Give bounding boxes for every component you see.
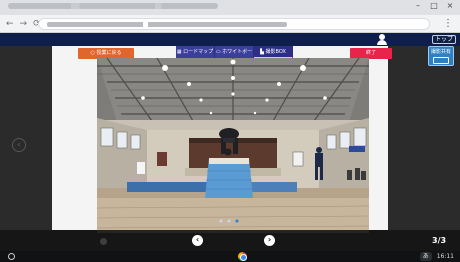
thumbnail-icon[interactable] xyxy=(100,238,107,245)
close-icon[interactable]: × xyxy=(446,1,454,10)
app-header-bar xyxy=(0,33,460,46)
browser-tab-strip: – □ × xyxy=(0,0,460,15)
browser-tab-title-blurred[interactable] xyxy=(8,3,218,9)
left-collapse-icon[interactable]: ‹ xyxy=(12,138,26,152)
screen-icon xyxy=(433,57,449,64)
time: 16:11 xyxy=(436,253,454,260)
forward-icon[interactable]: → xyxy=(20,18,28,30)
os-shelf xyxy=(0,251,460,262)
window-controls: – □ × xyxy=(414,1,454,10)
launcher-icon[interactable] xyxy=(8,253,15,260)
share-photo-button[interactable]: 撮影共有 xyxy=(428,46,454,66)
user-icon[interactable] xyxy=(377,34,387,45)
back-icon[interactable]: ← xyxy=(6,18,14,30)
status-tray[interactable]: あ 16:11 xyxy=(419,252,454,261)
next-image-button[interactable]: › xyxy=(264,235,275,246)
prev-image-button[interactable]: ‹ xyxy=(192,235,203,246)
viewer-nav-bar xyxy=(0,230,460,251)
page-counter: 3/3 xyxy=(432,236,447,245)
minimize-icon[interactable]: – xyxy=(414,1,422,10)
ime-indicator[interactable]: あ xyxy=(419,252,432,261)
chrome-icon[interactable] xyxy=(238,252,247,261)
address-text-blurred xyxy=(47,22,287,27)
maximize-icon[interactable]: □ xyxy=(430,1,438,10)
screen: – □ × ← → ⟳ ⋮ トップ ‹ ○ 授業に戻る ▦ ロードマップ ▭ ホ… xyxy=(0,0,460,262)
browser-nav: ← → ⟳ xyxy=(6,18,41,30)
browser-toolbar: ← → ⟳ ⋮ xyxy=(0,15,460,33)
share-photo-label: 撮影共有 xyxy=(430,49,451,55)
gymnasium-photo xyxy=(97,58,369,233)
kebab-menu-icon[interactable]: ⋮ xyxy=(443,18,453,30)
address-bar[interactable] xyxy=(38,18,430,30)
top-button[interactable]: トップ xyxy=(432,35,456,44)
